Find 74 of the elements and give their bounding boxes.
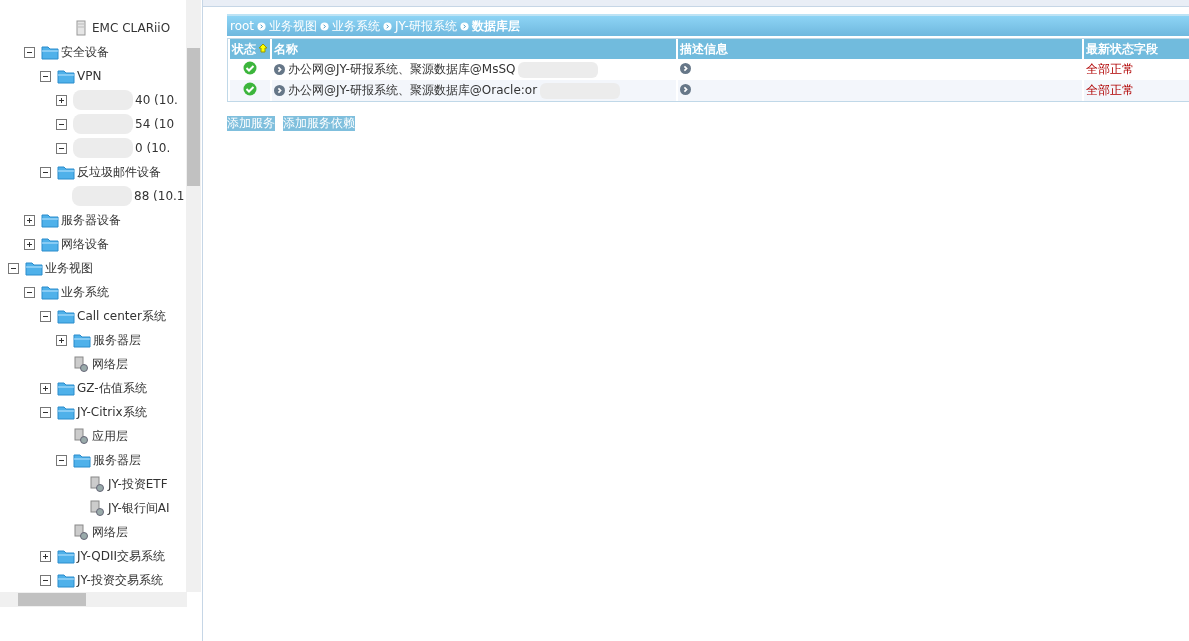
tree-toggle[interactable] [56,118,67,130]
table-cell: 全部正常 [1086,62,1134,76]
arrow-circle-icon[interactable] [274,64,285,75]
tree-toggle[interactable] [40,166,51,178]
folder-icon [73,332,91,348]
arrow-circle-icon[interactable] [680,83,691,95]
arrow-circle-icon [459,21,469,31]
tree-item[interactable]: 88 (10.1 [134,189,185,203]
tree-item[interactable]: 服务器层 [93,331,141,349]
tree-toggle[interactable] [40,574,51,586]
tree-toggle[interactable] [56,142,67,154]
horizontal-scrollbar[interactable] [0,592,187,607]
server-gear-icon [72,524,90,540]
table-cell: 办公网@JY-研报系统、聚源数据库@Oracle:or [288,82,538,99]
folder-icon [25,260,43,276]
tree-item[interactable]: 业务系统 [61,283,109,301]
server-gear-icon [72,356,90,372]
tree-item[interactable]: 0 (10. [135,141,171,155]
arrow-circle-icon[interactable] [680,62,691,74]
table-cell: 全部正常 [1086,83,1134,97]
arrow-circle-icon [383,21,393,31]
tree-toggle[interactable] [24,46,35,58]
tree-toggle[interactable] [40,550,51,562]
tree-item[interactable]: 网络层 [92,523,128,541]
server-gear-icon [88,500,106,516]
tree-item[interactable]: 网络设备 [61,235,109,253]
folder-icon [57,308,75,324]
tree-item[interactable]: JY-投资ETF [108,475,168,493]
arrow-circle-icon [320,21,330,31]
tree-toggle[interactable] [24,214,35,226]
tree-toggle[interactable] [8,262,19,274]
tree-item[interactable]: 网络层 [92,355,128,373]
tree-item[interactable]: JY-投资交易系统 [77,571,163,589]
tree-item[interactable]: 服务器层 [93,451,141,469]
folder-icon [41,44,59,60]
tree-item[interactable]: JY-Citrix系统 [77,403,147,421]
tree-item[interactable]: 反垃圾邮件设备 [77,163,161,181]
tree-toggle[interactable] [56,334,67,346]
arrow-circle-icon[interactable] [274,85,285,96]
tree-toggle[interactable] [40,310,51,322]
server-gear-icon [88,476,106,492]
tree-item[interactable]: GZ-估值系统 [77,379,147,397]
tree-item[interactable]: 应用层 [92,427,128,445]
tree-item[interactable]: 服务器设备 [61,211,121,229]
tree-item[interactable]: JY-QDII交易系统 [77,547,165,565]
folder-icon [41,212,59,228]
folder-icon [57,548,75,564]
folder-icon [57,380,75,396]
tree-item[interactable]: 业务视图 [45,259,93,277]
folder-icon [41,236,59,252]
tree-toggle[interactable] [24,238,35,250]
tree-item[interactable]: 54 (10 [135,117,175,131]
vertical-scrollbar[interactable] [186,0,201,592]
table-cell: 办公网@JY-研报系统、聚源数据库@MsSQ [288,61,516,78]
folder-icon [73,452,91,468]
tree-item[interactable]: 安全设备 [61,43,109,61]
arrow-circle-icon [257,21,267,31]
tree-toggle[interactable] [40,70,51,82]
tree-item[interactable]: EMC CLARiiO [92,21,171,35]
server-gear-icon [72,428,90,444]
tree-toggle[interactable] [56,454,67,466]
tree-toggle[interactable] [56,94,67,106]
tree-item[interactable]: 40 (10. [135,93,178,107]
tree-toggle[interactable] [40,406,51,418]
folder-icon [57,572,75,588]
folder-icon [57,164,75,180]
folder-icon [41,284,59,300]
folder-icon [57,404,75,420]
tree-toggle[interactable] [40,382,51,394]
tree-item[interactable]: JY-银行间AI [108,499,170,517]
tree-item[interactable]: Call center系统 [77,307,166,325]
folder-icon [57,68,75,84]
tree-item[interactable]: VPN [77,69,102,83]
tree-toggle[interactable] [24,286,35,298]
